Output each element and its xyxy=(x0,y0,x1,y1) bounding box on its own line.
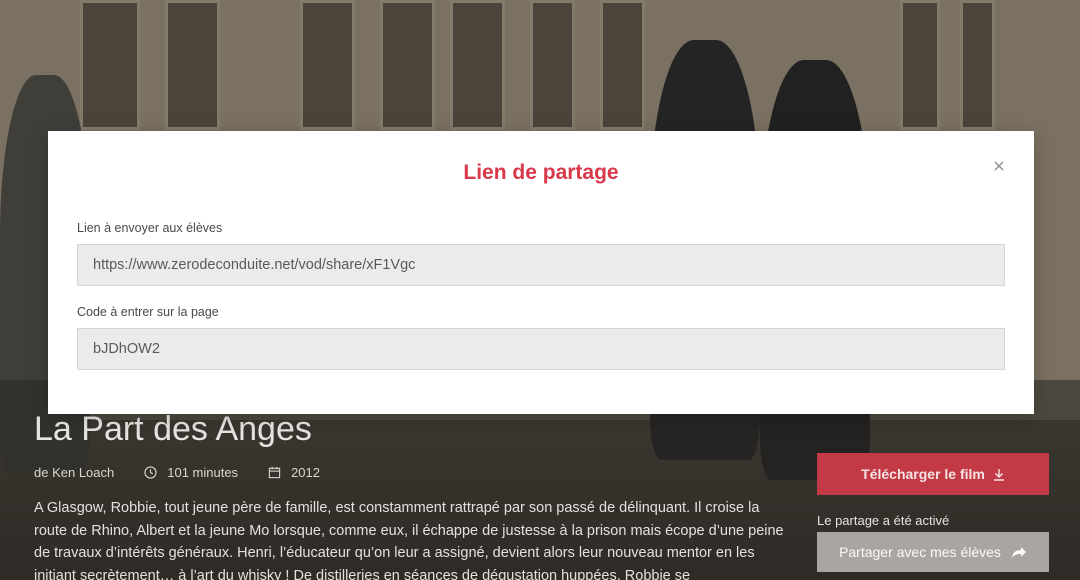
download-film-button[interactable]: Télécharger le film xyxy=(817,453,1049,495)
share-with-students-button[interactable]: Partager avec mes élèves xyxy=(817,532,1049,572)
film-duration-label: 101 minutes xyxy=(167,465,239,480)
film-meta: de Ken Loach 101 minutes 2012 xyxy=(34,465,320,480)
film-synopsis: A Glasgow, Robbie, tout jeune père de fa… xyxy=(34,500,784,580)
share-link-modal: Lien de partage Lien à envoyer aux élève… xyxy=(48,131,1034,414)
film-year-label: 2012 xyxy=(291,465,320,480)
access-code-field[interactable]: bJDhOW2 xyxy=(77,328,1005,370)
close-icon[interactable] xyxy=(992,159,1006,173)
film-title: La Part des Anges xyxy=(34,410,312,448)
download-icon xyxy=(993,468,1004,481)
share-button-label: Partager avec mes élèves xyxy=(839,544,1001,560)
film-duration: 101 minutes xyxy=(144,465,238,480)
calendar-icon xyxy=(268,466,281,479)
film-director: de Ken Loach xyxy=(34,465,115,480)
download-button-label: Télécharger le film xyxy=(861,466,985,482)
access-code-label: Code à entrer sur la page xyxy=(77,305,219,319)
share-link-field[interactable]: https://www.zerodeconduite.net/vod/share… xyxy=(77,244,1005,286)
share-link-label: Lien à envoyer aux élèves xyxy=(77,221,223,235)
share-status-text: Le partage a été activé xyxy=(817,513,950,528)
film-year: 2012 xyxy=(268,465,320,480)
share-arrow-icon xyxy=(1011,546,1026,558)
modal-title: Lien de partage xyxy=(463,161,619,184)
clock-icon xyxy=(144,466,157,479)
